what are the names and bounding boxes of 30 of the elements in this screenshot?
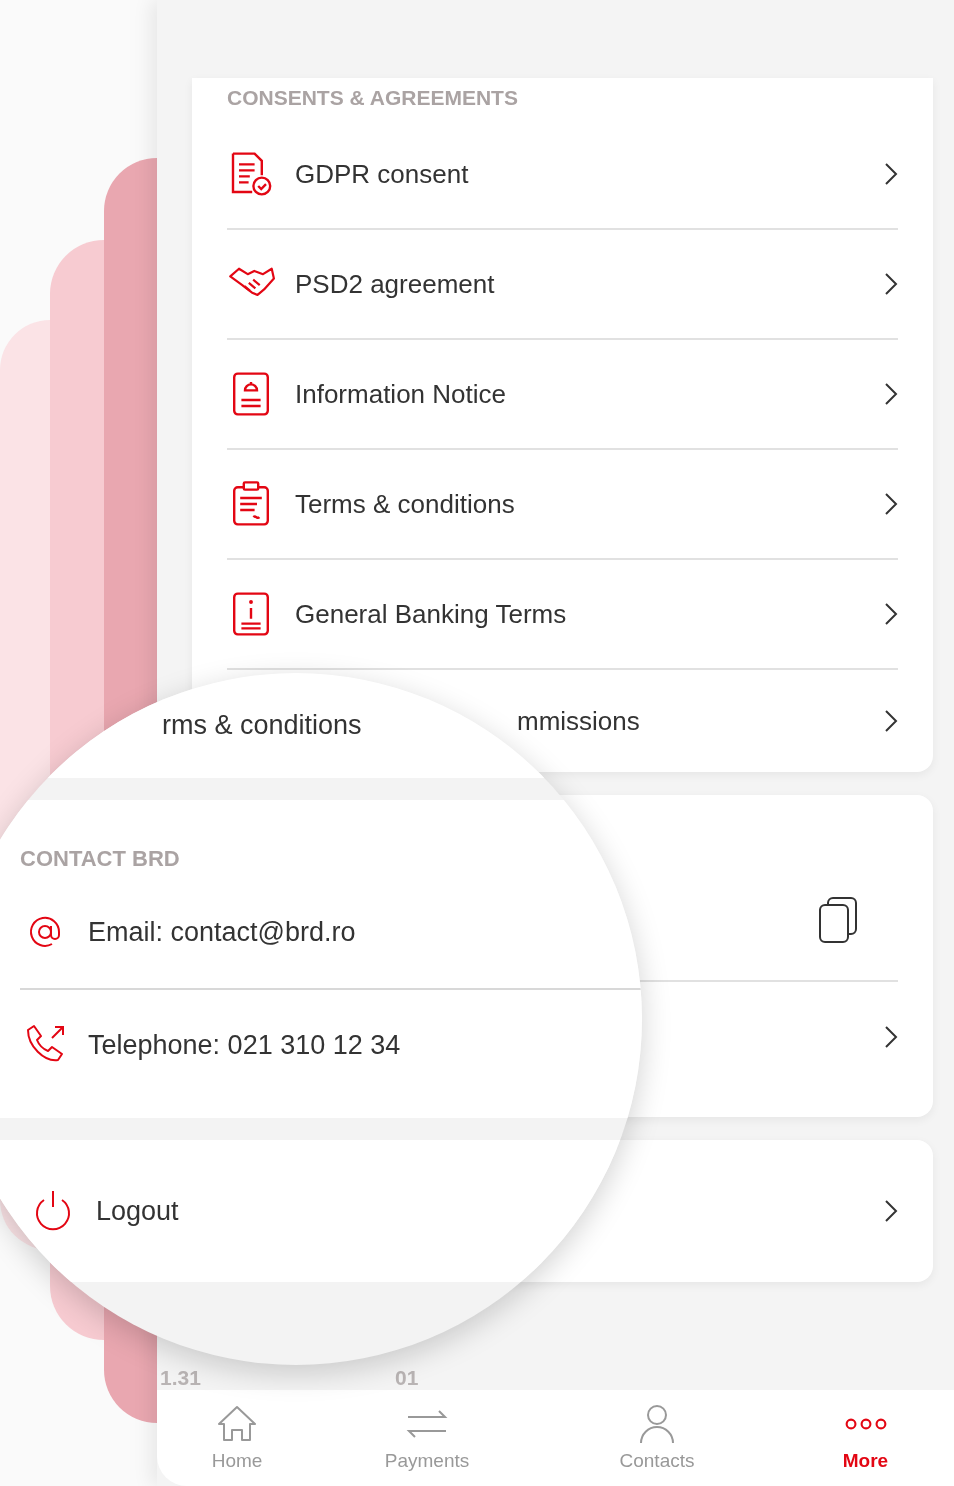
- email-label[interactable]: Email: contact@brd.ro: [88, 916, 356, 948]
- section-title: CONTACT BRD: [20, 846, 181, 873]
- menu-item-label: GDPR consent: [295, 158, 470, 190]
- menu-item[interactable]: Information Notice: [227, 340, 898, 450]
- menu-item[interactable]: General Banking Terms: [227, 560, 898, 670]
- copy-icon[interactable]: [818, 896, 858, 944]
- home-icon: [215, 1404, 259, 1444]
- menu-item[interactable]: PSD2 agreement: [227, 230, 898, 340]
- chevron-right-icon: [884, 602, 898, 626]
- nav-tab[interactable]: More: [777, 1390, 954, 1486]
- section-title: CONSENTS & AGREEMENTS: [227, 85, 519, 111]
- chevron-right-icon: [884, 272, 898, 296]
- logout-label[interactable]: Logout: [96, 1195, 179, 1227]
- chevron-right-icon[interactable]: [884, 1199, 898, 1223]
- menu-item-label: mmissions: [517, 705, 640, 737]
- chevron-right-icon: [884, 382, 898, 406]
- version-text: 1.31: [160, 1366, 202, 1390]
- menu-item[interactable]: GDPR consent: [227, 120, 898, 230]
- menu-item-label: PSD2 agreement: [295, 268, 496, 300]
- chevron-right-icon: [884, 492, 898, 516]
- version-text: 01: [395, 1366, 419, 1390]
- chevron-right-icon[interactable]: [884, 709, 898, 733]
- chevron-right-icon[interactable]: [884, 1025, 898, 1049]
- menu-item-label: rms & conditions: [162, 710, 362, 741]
- menu-item-label: Information Notice: [295, 378, 507, 410]
- telephone-label[interactable]: Telephone: 021 310 12 34: [88, 1029, 401, 1061]
- chevron-right-icon: [884, 162, 898, 186]
- menu-item-label: General Banking Terms: [295, 598, 568, 630]
- menu-item-label: Terms & conditions: [295, 488, 516, 520]
- menu-item[interactable]: Terms & conditions: [227, 450, 898, 560]
